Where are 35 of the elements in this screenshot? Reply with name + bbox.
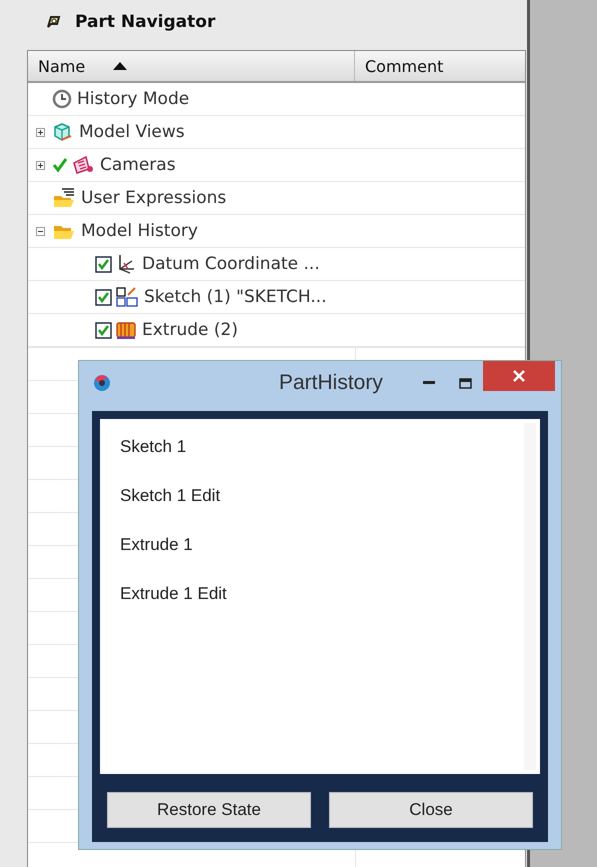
sketch-icon bbox=[115, 286, 139, 308]
collapse-icon[interactable] bbox=[36, 226, 45, 236]
window-title: PartHistory bbox=[279, 371, 383, 395]
dialog-button[interactable]: Close bbox=[329, 792, 533, 828]
close-icon[interactable] bbox=[483, 361, 555, 391]
tree-item[interactable]: Model History bbox=[81, 221, 198, 241]
tree-item[interactable]: Cameras bbox=[100, 155, 176, 175]
tree-item[interactable]: Sketch (1) "SKETCH... bbox=[144, 287, 327, 307]
minimize-icon[interactable] bbox=[423, 381, 435, 385]
folder-icon bbox=[52, 187, 76, 209]
clock-icon bbox=[52, 89, 72, 109]
cube-icon bbox=[52, 122, 74, 142]
column-header[interactable]: Name bbox=[28, 51, 355, 81]
tree-item[interactable]: User Expressions bbox=[81, 188, 226, 208]
extrude-icon bbox=[115, 320, 137, 340]
expand-icon[interactable] bbox=[36, 128, 45, 136]
list-item[interactable]: Extrude 1 Edit bbox=[120, 584, 540, 606]
part-icon bbox=[45, 14, 61, 30]
checkbox[interactable] bbox=[95, 256, 112, 272]
list-item[interactable]: Sketch 1 Edit bbox=[120, 486, 540, 508]
tree-item[interactable]: History Mode bbox=[77, 89, 190, 109]
maximize-icon[interactable] bbox=[458, 378, 472, 388]
checkbox[interactable] bbox=[95, 322, 112, 338]
camera-icon bbox=[71, 155, 95, 175]
panel-title: Part Navigator bbox=[75, 12, 216, 32]
list-item[interactable]: Extrude 1 bbox=[120, 535, 540, 557]
app-icon bbox=[93, 374, 111, 392]
dialog-button[interactable]: Restore State bbox=[107, 792, 311, 828]
expand-icon[interactable] bbox=[36, 160, 45, 170]
tree-item[interactable]: Extrude (2) bbox=[142, 320, 238, 340]
tree-item[interactable]: Datum Coordinate ... bbox=[142, 254, 320, 274]
column-header[interactable]: Comment bbox=[355, 51, 444, 81]
checkbox[interactable] bbox=[95, 288, 112, 306]
tree-item[interactable]: Model Views bbox=[79, 122, 185, 142]
list-item[interactable]: Sketch 1 bbox=[120, 437, 540, 459]
